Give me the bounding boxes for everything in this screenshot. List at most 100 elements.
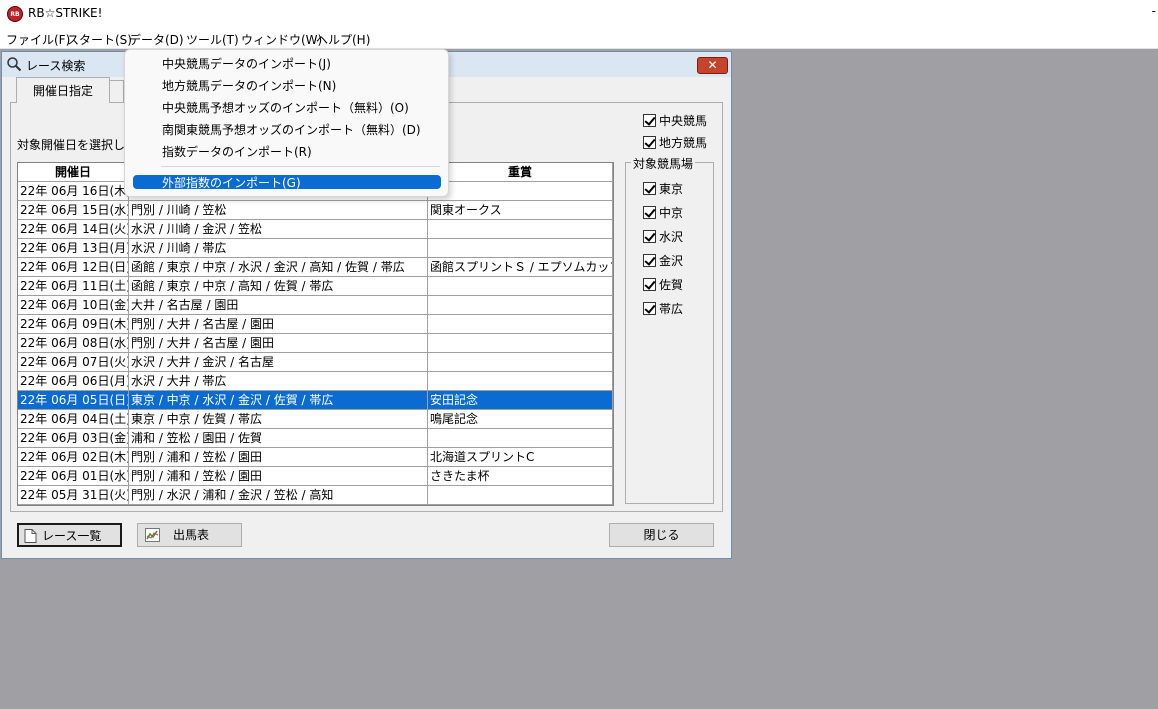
window-corner-mark: -	[1151, 4, 1156, 18]
tab-kaisaibi[interactable]: 開催日指定	[16, 77, 110, 103]
venue-group-label: 対象競馬場	[631, 155, 696, 172]
column-header-date[interactable]: 開催日	[18, 163, 129, 182]
checkbox-saga[interactable]	[643, 278, 656, 291]
table-row[interactable]: 22年 06月 06日(月) 水沢 / 大井 / 帯広	[18, 372, 613, 391]
cell-date: 22年 06月 01日(水)	[18, 467, 129, 486]
cell-date: 22年 06月 07日(火)	[18, 353, 129, 372]
close-button[interactable]: ✕	[697, 57, 728, 74]
table-row[interactable]: 22年 06月 07日(火) 水沢 / 大井 / 金沢 / 名古屋	[18, 353, 613, 372]
cell-race	[428, 429, 613, 448]
checkbox-chuo-keiba[interactable]	[643, 114, 656, 127]
table-row[interactable]: 22年 06月 13日(月) 水沢 / 川崎 / 帯広	[18, 239, 613, 258]
checkbox-label: 水沢	[659, 230, 684, 244]
cell-venues: 水沢 / 川崎 / 金沢 / 笠松	[129, 220, 428, 239]
cell-race	[428, 486, 613, 505]
checkbox-tokyo[interactable]	[643, 182, 656, 195]
table-row[interactable]: 22年 06月 05日(日) 東京 / 中京 / 水沢 / 金沢 / 佐賀 / 帯…	[18, 391, 613, 410]
data-menu-dropdown: 中央競馬データのインポート(J) 地方競馬データのインポート(N) 中央競馬予想…	[124, 49, 449, 197]
menu-item-external-index-import[interactable]: 外部指数のインポート(G)	[162, 174, 301, 191]
checkbox-label: 帯広	[659, 302, 684, 316]
menu-window[interactable]: ウィンドウ(W)	[241, 31, 322, 48]
date-grid[interactable]: 開催日 重賞 22年 06月 16日(木)門別22年 06月 15日(水)門別 …	[17, 162, 614, 506]
dialog-close-label: 閉じる	[643, 528, 680, 542]
cell-date: 22年 06月 05日(日)	[18, 391, 129, 410]
table-row[interactable]: 22年 06月 02日(木) 門別 / 浦和 / 笠松 / 園田 北海道スプリントC	[18, 448, 613, 467]
table-row[interactable]: 22年 06月 08日(水) 門別 / 大井 / 名古屋 / 園田	[18, 334, 613, 353]
race-list-label: レース一覧	[42, 529, 102, 543]
dialog-close-button[interactable]: 閉じる	[609, 523, 714, 547]
cell-venues: 東京 / 中京 / 佐賀 / 帯広	[129, 410, 428, 429]
menu-data[interactable]: データ(D)	[129, 31, 184, 48]
search-icon	[7, 57, 22, 72]
race-list-button[interactable]: レース一覧	[17, 523, 122, 547]
cell-date: 22年 06月 09日(木)	[18, 315, 129, 334]
table-row[interactable]: 22年 05月 31日(火) 門別 / 水沢 / 浦和 / 金沢 / 笠松 / 高…	[18, 486, 613, 505]
table-row[interactable]: 22年 06月 01日(水) 門別 / 浦和 / 笠松 / 園田 さきたま杯	[18, 467, 613, 486]
shutuba-button[interactable]: 出馬表	[137, 523, 242, 547]
column-header-race[interactable]: 重賞	[428, 163, 613, 182]
cell-date: 22年 06月 16日(木)	[18, 182, 129, 201]
checkbox-chukyo[interactable]	[643, 206, 656, 219]
app-title: RB☆STRIKE!	[28, 6, 103, 20]
cell-race	[428, 277, 613, 296]
cell-venues: 門別 / 浦和 / 笠松 / 園田	[129, 448, 428, 467]
cell-date: 22年 06月 02日(木)	[18, 448, 129, 467]
app-titlebar: RB RB☆STRIKE! -	[0, 0, 1158, 28]
checkbox-obihiro[interactable]	[643, 302, 656, 315]
cell-date: 22年 05月 31日(火)	[18, 486, 129, 505]
cell-date: 22年 06月 14日(火)	[18, 220, 129, 239]
tab-second[interactable]	[110, 80, 124, 103]
cell-venues: 函館 / 東京 / 中京 / 高知 / 佐賀 / 帯広	[129, 277, 428, 296]
cell-race	[428, 220, 613, 239]
cell-race	[428, 182, 613, 201]
cell-race	[428, 239, 613, 258]
cell-race: 関東オークス	[428, 201, 613, 220]
cell-venues: 大井 / 名古屋 / 園田	[129, 296, 428, 315]
checkbox-label: 佐賀	[659, 278, 684, 292]
menu-file[interactable]: ファイル(F)	[6, 31, 70, 48]
cell-date: 22年 06月 08日(水)	[18, 334, 129, 353]
checkbox-kanazawa[interactable]	[643, 254, 656, 267]
table-row[interactable]: 22年 06月 11日(土) 函館 / 東京 / 中京 / 高知 / 佐賀 / 帯…	[18, 277, 613, 296]
cell-date: 22年 06月 06日(月)	[18, 372, 129, 391]
table-row[interactable]: 22年 06月 09日(木) 門別 / 大井 / 名古屋 / 園田	[18, 315, 613, 334]
checkbox-label: 中京	[659, 206, 684, 220]
menu-item-index-import[interactable]: 指数データのインポート(R)	[162, 143, 312, 160]
cell-race	[428, 372, 613, 391]
cell-venues: 函館 / 東京 / 中京 / 水沢 / 金沢 / 高知 / 佐賀 / 帯広	[129, 258, 428, 277]
cell-date: 22年 06月 15日(水)	[18, 201, 129, 220]
cell-race	[428, 334, 613, 353]
cell-race	[428, 353, 613, 372]
cell-date: 22年 06月 03日(金)	[18, 429, 129, 448]
cell-race	[428, 296, 613, 315]
table-row[interactable]: 22年 06月 15日(水) 門別 / 川崎 / 笠松 関東オークス	[18, 201, 613, 220]
checkbox-mizusawa[interactable]	[643, 230, 656, 243]
menu-help[interactable]: ヘルプ(H)	[316, 31, 370, 48]
menu-item-chiho-import[interactable]: 地方競馬データのインポート(N)	[162, 77, 336, 94]
menu-tools[interactable]: ツール(T)	[186, 31, 239, 48]
table-row[interactable]: 22年 06月 03日(金) 浦和 / 笠松 / 園田 / 佐賀	[18, 429, 613, 448]
cell-race	[428, 315, 613, 334]
table-row[interactable]: 22年 06月 12日(日) 函館 / 東京 / 中京 / 水沢 / 金沢 / 高…	[18, 258, 613, 277]
cell-date: 22年 06月 13日(月)	[18, 239, 129, 258]
cell-venues: 門別 / 浦和 / 笠松 / 園田	[129, 467, 428, 486]
chart-icon	[145, 528, 160, 542]
table-row[interactable]: 22年 06月 10日(金) 大井 / 名古屋 / 園田	[18, 296, 613, 315]
checkbox-chiho-keiba[interactable]	[643, 136, 656, 149]
table-row[interactable]: 22年 06月 04日(土) 東京 / 中京 / 佐賀 / 帯広 鳴尾記念	[18, 410, 613, 429]
shutuba-label: 出馬表	[173, 528, 210, 542]
menu-separator	[161, 166, 440, 167]
cell-venues: 水沢 / 大井 / 帯広	[129, 372, 428, 391]
cell-race: 鳴尾記念	[428, 410, 613, 429]
cell-venues: 水沢 / 川崎 / 帯広	[129, 239, 428, 258]
cell-venues: 門別 / 大井 / 名古屋 / 園田	[129, 334, 428, 353]
menu-item-chuo-import[interactable]: 中央競馬データのインポート(J)	[162, 55, 331, 72]
menu-item-nankan-odds-import[interactable]: 南関東競馬予想オッズのインポート（無料）(D)	[162, 121, 421, 138]
checkbox-label: 中央競馬	[659, 114, 708, 128]
cell-date: 22年 06月 04日(土)	[18, 410, 129, 429]
table-row[interactable]: 22年 06月 14日(火) 水沢 / 川崎 / 金沢 / 笠松	[18, 220, 613, 239]
menu-start[interactable]: スタート(S)	[67, 31, 132, 48]
cell-race: さきたま杯	[428, 467, 613, 486]
menu-item-chuo-odds-import[interactable]: 中央競馬予想オッズのインポート（無料）(O)	[162, 99, 409, 116]
checkbox-label: 東京	[659, 182, 684, 196]
